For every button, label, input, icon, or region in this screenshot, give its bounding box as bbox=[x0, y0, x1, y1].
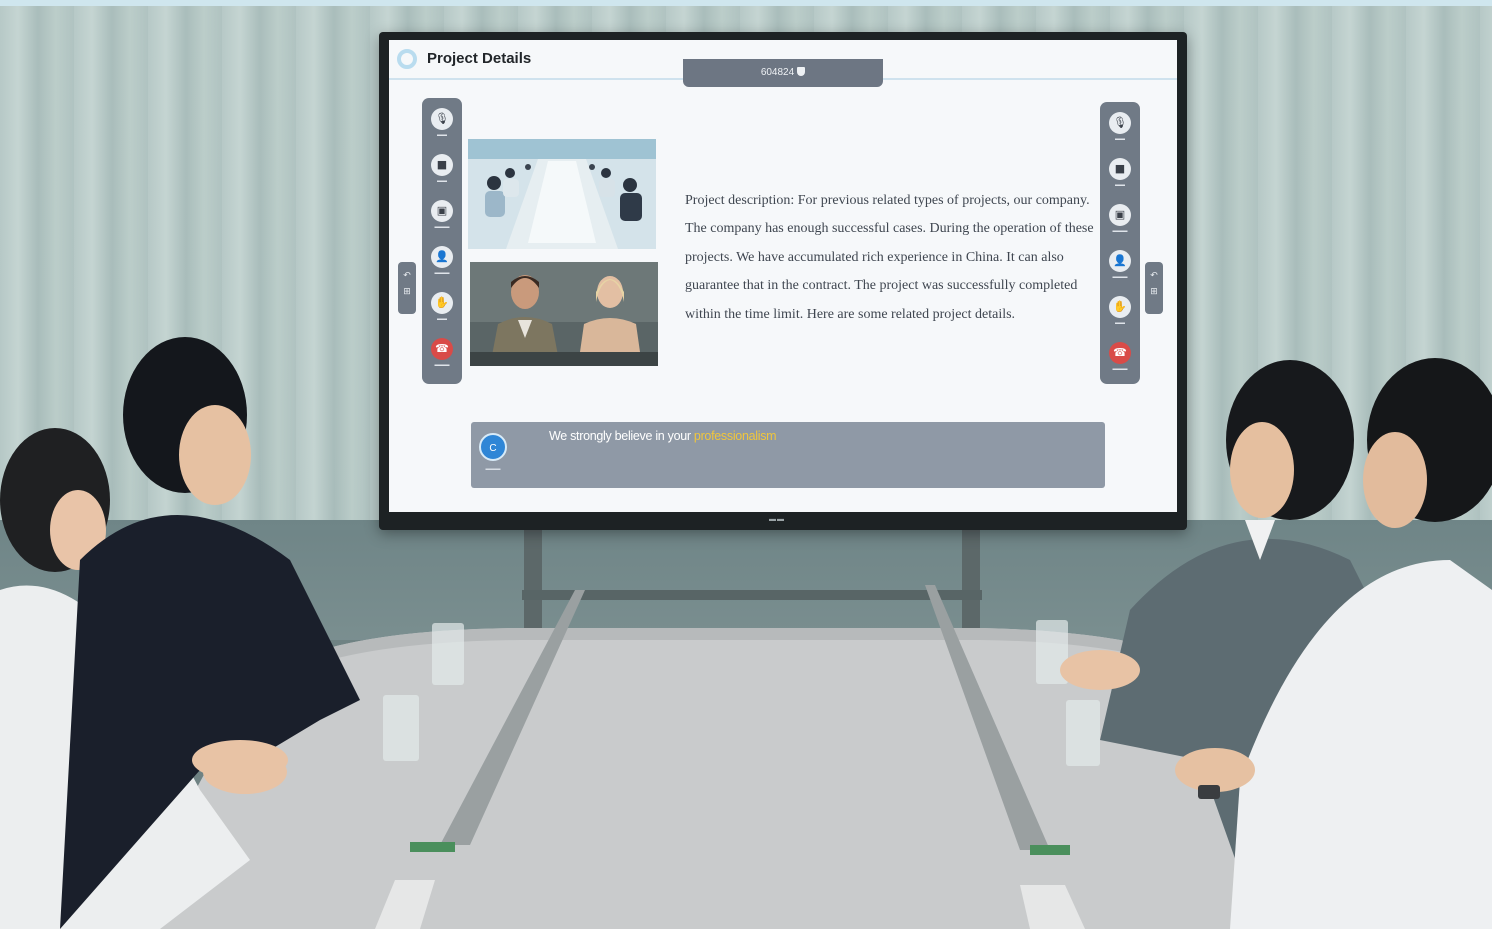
conference-room-photo: Project Details 604824 🎙 ▬▬ ■ ▬▬ ▣ ▬▬▬ 👤… bbox=[0, 0, 1492, 929]
meeting-scene-foreground bbox=[0, 337, 1492, 929]
